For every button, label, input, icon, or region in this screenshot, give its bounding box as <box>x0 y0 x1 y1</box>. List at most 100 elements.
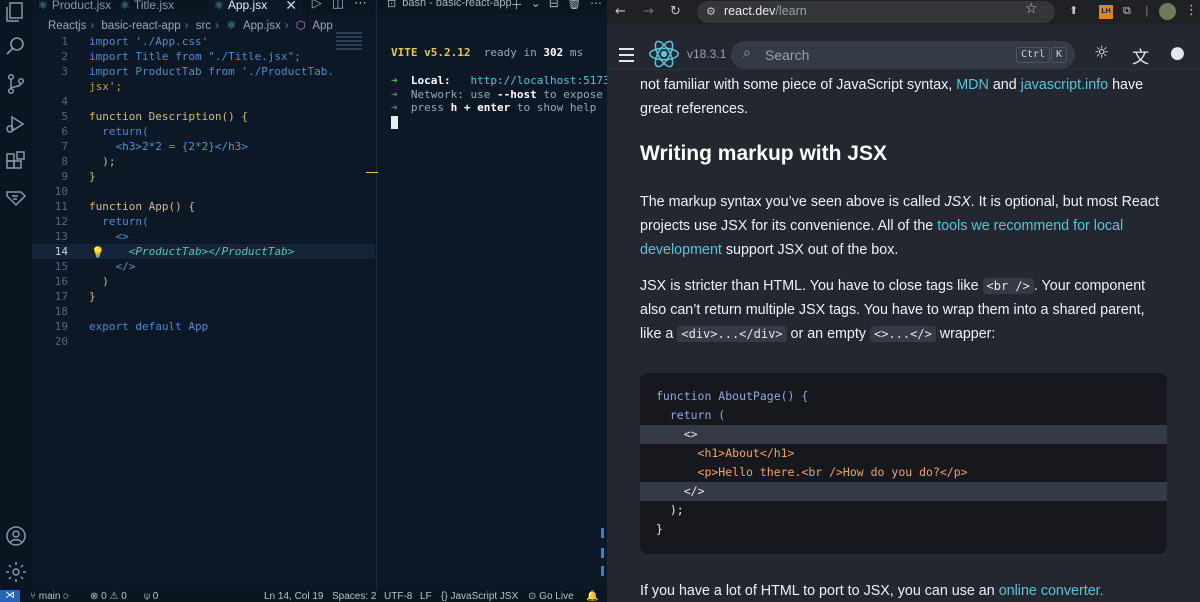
terminal-cursor <box>391 116 398 129</box>
split-editor-icon[interactable]: ◫ <box>332 0 344 11</box>
code-line: 8 ); <box>61 155 116 168</box>
account-icon[interactable] <box>4 524 28 548</box>
run-debug-icon[interactable] <box>4 112 28 136</box>
back-arrow-icon[interactable]: ← <box>615 4 626 19</box>
code-line: 5 function Description() { <box>61 110 248 123</box>
scroll-marker <box>601 548 604 558</box>
branch-status[interactable]: ⑂ main ⟳ <box>30 590 69 602</box>
cursor-position[interactable]: Ln 14, Col 19 <box>264 590 324 602</box>
problems-status[interactable]: ⊗ 0 ⚠ 0 <box>90 590 127 602</box>
browser-window: ← → ↻ ⚙ react.dev/learn ☆ ⬆ LH ⧉ | ⋮ v18… <box>607 0 1200 602</box>
javascript-info-link[interactable]: javascript.info <box>1021 77 1108 93</box>
react-logo-icon[interactable] <box>647 37 681 71</box>
lighthouse-extension-icon[interactable]: LH <box>1099 5 1113 19</box>
more-icon[interactable]: ⋯ <box>590 0 602 13</box>
hamburger-menu-icon[interactable] <box>619 48 634 66</box>
search-input[interactable]: ⌕ Search Ctrl K <box>731 41 1075 69</box>
go-live-button[interactable]: ⊙ Go Live <box>528 590 574 602</box>
terminal-header: ⊡ bash - basic-react-app ＋ ⌄ ⊟ 🗑 ⋯ <box>377 0 608 14</box>
react-file-icon: ⚛ <box>38 0 48 12</box>
tab-product[interactable]: ⚛ Product.jsx <box>32 0 117 14</box>
search-icon[interactable] <box>4 34 28 58</box>
source-control-icon[interactable] <box>4 72 28 96</box>
version-label[interactable]: v18.3.1 <box>687 47 726 61</box>
language-translate-icon[interactable]: 文 <box>1132 43 1149 68</box>
language-status[interactable]: {} JavaScript JSX <box>441 590 518 602</box>
breadcrumb-item[interactable]: App <box>312 20 332 32</box>
code-line: 18 <box>54 305 68 318</box>
code-line: 15 </> <box>54 260 136 273</box>
extensions-icon[interactable] <box>4 150 28 174</box>
react-file-icon: ⚛ <box>214 0 224 12</box>
code-line: jsx'; <box>89 80 123 93</box>
profile-avatar[interactable] <box>1159 3 1176 20</box>
indentation-status[interactable]: Spaces: 2 <box>332 590 376 602</box>
tab-title[interactable]: ⚛ Title.jsx <box>114 0 180 14</box>
activity-bar <box>0 0 32 590</box>
breadcrumb-item[interactable]: src <box>196 20 211 32</box>
react-file-icon: ⚛ <box>226 20 237 32</box>
extension-icon[interactable]: ⬆ <box>1069 4 1078 17</box>
vscode-window: ⚛ Product.jsx ⚛ Title.jsx ⚛ App.jsx ✕ ▷ … <box>0 0 616 602</box>
address-bar[interactable]: ⚙ react.dev/learn <box>697 1 1055 23</box>
close-icon[interactable]: ✕ <box>285 0 297 14</box>
bookmark-star-icon[interactable]: ☆ <box>1025 1 1038 17</box>
notifications-icon[interactable]: 🔔 <box>586 590 598 602</box>
online-converter-link[interactable]: online converter. <box>999 583 1104 599</box>
theme-toggle-sun-icon[interactable]: ☼ <box>1094 43 1109 63</box>
breadcrumb-item[interactable]: Reactjs <box>48 20 86 32</box>
remote-explorer-icon[interactable] <box>4 186 28 210</box>
run-icon[interactable]: ▷ <box>312 0 322 11</box>
explorer-icon[interactable] <box>4 0 28 24</box>
paragraph-jsx: The markup syntax you’ve seen above is c… <box>640 194 1159 258</box>
encoding-status[interactable]: UTF-8 <box>384 590 412 602</box>
code-line: 4 <box>61 95 68 108</box>
network-line: ➜ Network: use --host to expose <box>391 88 603 101</box>
github-icon[interactable]: ● <box>1170 43 1185 63</box>
react-site-navbar: v18.3.1 ⌕ Search Ctrl K ☼ 文 ● <box>607 24 1200 70</box>
breadcrumb-item[interactable]: App.jsx <box>243 20 281 32</box>
terminal-panel[interactable]: ⊡ bash - basic-react-app ＋ ⌄ ⊟ 🗑 ⋯ VITE v… <box>376 0 616 590</box>
menu-kebab-icon[interactable]: ⋮ <box>1185 3 1198 18</box>
tools-link[interactable]: tools we recommend for local <box>937 218 1123 234</box>
code-example-line: ); <box>656 503 684 517</box>
local-url-link[interactable]: http://localhost:5173/ <box>471 74 617 87</box>
code-line: 11 function App() { <box>54 200 195 213</box>
code-line: 7 <h3>2*2 = {2*2}</h3> <box>61 140 248 153</box>
trash-icon[interactable]: 🗑 <box>567 0 582 13</box>
extensions-puzzle-icon[interactable]: ⧉ <box>1123 4 1131 18</box>
search-icon: ⌕ <box>743 45 751 61</box>
reload-icon[interactable]: ↻ <box>670 4 681 19</box>
symbol-icon: ⬡ <box>295 20 306 32</box>
development-link[interactable]: development <box>640 242 722 258</box>
more-icon[interactable]: ⋯ <box>354 0 367 11</box>
code-line: 13 <> <box>54 230 129 243</box>
code-line: 3 import ProductTab from './ProductTab. <box>61 65 335 78</box>
tab-label: Product.jsx <box>51 0 112 12</box>
code-line: 10 <box>54 185 68 198</box>
mdn-link[interactable]: MDN <box>956 77 989 93</box>
lightbulb-icon[interactable]: 💡 <box>91 246 105 259</box>
minimap[interactable] <box>336 32 362 62</box>
react-file-icon: ⚛ <box>120 0 130 12</box>
remote-indicator-icon[interactable]: ⋊ <box>0 590 20 602</box>
editor-actions: ▷ ◫ ⋯ <box>312 0 367 11</box>
eol-status[interactable]: LF <box>420 590 432 602</box>
forward-arrow-icon[interactable]: → <box>643 4 654 19</box>
split-terminal-icon[interactable]: ⊟ <box>549 0 559 13</box>
browser-toolbar: ← → ↻ ⚙ react.dev/learn ☆ ⬆ LH ⧉ | ⋮ <box>607 0 1200 24</box>
tab-app[interactable]: ⚛ App.jsx ✕ <box>208 0 303 14</box>
code-line: 12 return( <box>54 215 149 228</box>
scroll-marker <box>601 528 604 538</box>
breadcrumb-item[interactable]: basic-react-app <box>101 20 180 32</box>
settings-gear-icon[interactable] <box>4 560 28 584</box>
code-editor[interactable]: 1 import './App.css' 2 import Title from "… <box>32 34 375 590</box>
code-example[interactable]: function AboutPage() { return ( <> <h1>A… <box>640 373 1167 554</box>
code-line: 9} <box>61 170 96 183</box>
breadcrumb: Reactjs › basic-react-app › src › ⚛ App.jsx… <box>48 20 333 32</box>
chevron-down-icon[interactable]: ⌄ <box>531 0 541 13</box>
new-terminal-icon[interactable]: ＋ <box>511 0 523 13</box>
terminal-title[interactable]: bash - basic-react-app <box>402 0 511 10</box>
ports-status[interactable]: ⍦ 0 <box>144 590 158 602</box>
site-info-icon[interactable]: ⚙ <box>706 5 716 18</box>
